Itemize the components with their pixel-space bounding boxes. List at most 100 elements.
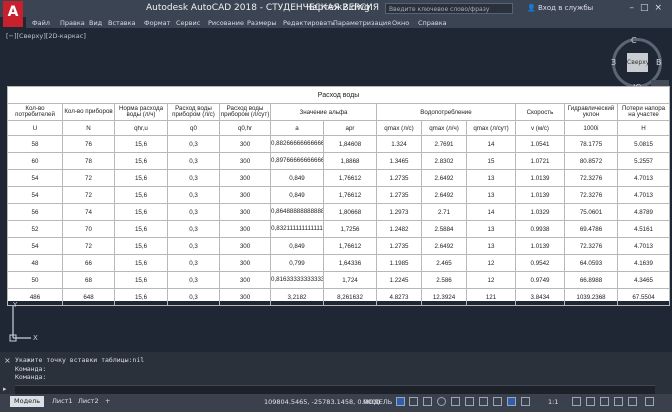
table-cell: 2.8302 — [421, 152, 467, 170]
table-cell: 1,8868 — [323, 152, 377, 170]
table-cell: 4.8789 — [616, 203, 671, 221]
table-cell: 1,64336 — [323, 254, 377, 272]
table-cell: 0,849 — [270, 237, 324, 255]
table-cell: 67.5504 — [616, 288, 671, 306]
table-cell: 13 — [466, 169, 516, 187]
command-input[interactable]: ▸ — [3, 385, 655, 394]
table-row: 50 68 15,6 0,3 300 0,816333333333333 1,724 1.22… — [7, 271, 671, 289]
table-cell: 68 — [62, 271, 115, 289]
hardware-acceleration-icon[interactable] — [614, 397, 623, 406]
grid-icon[interactable] — [396, 397, 405, 406]
clean-screen-icon[interactable] — [628, 397, 637, 406]
table-cell: 300 — [219, 135, 271, 153]
table-cell: 1,724 — [323, 271, 377, 289]
menu-modify[interactable]: Редактировать — [283, 19, 335, 27]
table-cell: 2.586 — [421, 271, 467, 289]
table-cell: 72 — [62, 169, 115, 187]
table-cell: 15,6 — [114, 237, 168, 255]
table-cell: 1,84608 — [323, 135, 377, 153]
table-cell: 0,882666666666667 — [270, 135, 324, 153]
table-cell: 72 — [62, 186, 115, 204]
autoscale-icon[interactable] — [521, 397, 530, 406]
table-cell: 15,6 — [114, 203, 168, 221]
table-cell: 0,864888888888889 — [270, 203, 324, 221]
table-cell: 2.465 — [421, 254, 467, 272]
close-icon[interactable]: × — [4, 356, 11, 365]
customization-menu-icon[interactable] — [645, 397, 654, 406]
menu-tools[interactable]: Сервис — [176, 19, 200, 27]
table-cell: 300 — [219, 254, 271, 272]
command-history-line: Команда: — [15, 373, 47, 381]
compass-east: В — [656, 58, 662, 67]
ortho-icon[interactable] — [423, 397, 432, 406]
table-cell: 1.3465 — [376, 152, 422, 170]
table-cell: 2.6492 — [421, 237, 467, 255]
table-cell: 8,261632 — [323, 288, 377, 306]
table-cell: 3,2182 — [270, 288, 324, 306]
water-consumption-table[interactable]: Расход воды Кол-во потребителей Кол-во п… — [6, 86, 671, 306]
table-row: 54 72 15,6 0,3 300 0,849 1,76612 1.2735 2.6492 13… — [7, 237, 671, 255]
table-cell: 1.2973 — [376, 203, 422, 221]
menu-dimension[interactable]: Размеры — [247, 19, 277, 27]
add-layout-button[interactable]: + — [101, 396, 114, 407]
osnap-icon[interactable] — [451, 397, 460, 406]
lineweight-icon[interactable] — [479, 397, 488, 406]
table-cell: 54 — [7, 237, 63, 255]
table-cell: 14 — [466, 203, 516, 221]
snap-icon[interactable] — [409, 397, 418, 406]
table-cell: 3.8434 — [515, 288, 565, 306]
table-cell: 1.0139 — [515, 169, 565, 187]
unit-cell: qmax (л/ч) — [421, 120, 467, 136]
login-button[interactable]: 👤 Вход в службы — [527, 4, 593, 12]
table-cell: 0,3 — [167, 203, 220, 221]
unit-cell: v (м/с) — [515, 120, 565, 136]
table-cell: 0.9542 — [515, 254, 565, 272]
table-cell: 0,3 — [167, 135, 220, 153]
search-input[interactable]: Введите ключевое слово/фразу — [385, 3, 513, 14]
unit-cell: qmax (л/сут) — [466, 120, 516, 136]
table-cell: 0,3 — [167, 254, 220, 272]
window-controls[interactable]: –□× — [629, 3, 668, 13]
autocad-logo[interactable]: A — [3, 1, 23, 27]
menu-parametric[interactable]: Параметризация — [333, 19, 391, 27]
model-space-button[interactable]: МОДЕЛЬ — [363, 398, 392, 406]
table-cell: 300 — [219, 237, 271, 255]
table-cell: 1.0139 — [515, 237, 565, 255]
otrack-icon[interactable] — [465, 397, 474, 406]
annotation-visibility-icon[interactable] — [507, 397, 516, 406]
table-cell: 300 — [219, 288, 271, 306]
viewport-label[interactable]: [−][Сверху][2D-каркас] — [6, 32, 86, 40]
plus-icon[interactable] — [586, 397, 595, 406]
table-cell: 1.2245 — [376, 271, 422, 289]
table-cell: 5.0815 — [616, 135, 671, 153]
menu-format[interactable]: Формат — [144, 19, 170, 27]
workspace-gear-icon[interactable] — [572, 397, 581, 406]
table-cell: 52 — [7, 220, 63, 238]
table-cell: 0,849 — [270, 169, 324, 187]
table-cell: 14 — [466, 135, 516, 153]
table-cell: 0,3 — [167, 288, 220, 306]
view-cube-face[interactable]: Сверху — [627, 53, 649, 72]
menu-file[interactable]: Файл — [32, 19, 50, 27]
tab-layout2[interactable]: Лист2 — [74, 396, 103, 407]
menu-draw[interactable]: Рисование — [208, 19, 244, 27]
menu-insert[interactable]: Вставка — [108, 19, 136, 27]
annotation-scale[interactable]: 1:1 — [548, 398, 558, 406]
menu-view[interactable]: Вид — [89, 19, 102, 27]
table-cell: 5.2557 — [616, 152, 671, 170]
table-cell: 4.7013 — [616, 237, 671, 255]
table-cell: 0.9749 — [515, 271, 565, 289]
polar-icon[interactable] — [437, 397, 446, 406]
table-cell: 4.1639 — [616, 254, 671, 272]
menu-help[interactable]: Справка — [418, 19, 447, 27]
menu-window[interactable]: Окно — [392, 19, 409, 27]
selection-cycling-icon[interactable] — [493, 397, 502, 406]
table-cell: 0,816333333333333 — [270, 271, 324, 289]
tab-layout1[interactable]: Лист1 — [48, 396, 77, 407]
tab-model[interactable]: Модель — [10, 396, 45, 407]
command-history-line: Укажите точку вставки таблицы:nil — [15, 356, 145, 364]
menu-edit[interactable]: Правка — [60, 19, 85, 27]
unit-cell: qhr,u — [114, 120, 168, 136]
table-cell: 1.0541 — [515, 135, 565, 153]
isolate-icon[interactable] — [600, 397, 609, 406]
